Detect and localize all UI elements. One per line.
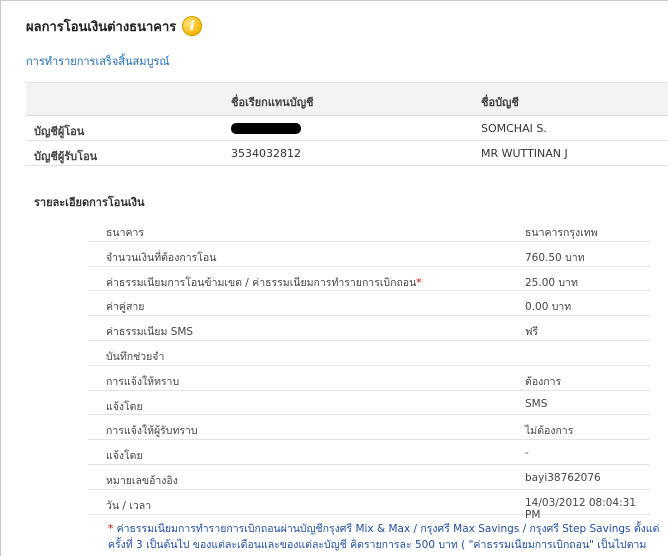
- fee-footnote: * ค่าธรรมเนียมการทำรายการเบิกถอนผ่านบัญช…: [108, 521, 663, 553]
- recipient-account-name: MR WUTTINAN J: [481, 147, 568, 160]
- detail-value: 25.00 บาท: [525, 276, 578, 289]
- page-title: ผลการโอนเงินต่างธนาคาร: [26, 19, 177, 35]
- detail-label: ค่าคู่สาย: [106, 301, 145, 314]
- sender-account-name: SOMCHAI S.: [481, 122, 547, 135]
- details-section-title: รายละเอียดการโอนเงิน: [34, 196, 145, 209]
- detail-label: ธนาคาร: [106, 227, 145, 239]
- detail-label: หมายเลขอ้างอิง: [106, 474, 178, 487]
- detail-value: SMS: [525, 397, 548, 410]
- detail-value: -: [525, 447, 529, 460]
- footnote-star: *: [108, 523, 114, 535]
- title-row: ผลการโอนเงินต่างธนาคาร i: [26, 15, 203, 37]
- accounts-table: ชื่อเรียกแทนบัญชี ชื่อบัญชี บัญชีผู้โอน …: [26, 82, 668, 166]
- info-icon: i: [182, 16, 203, 36]
- footnote-text: ค่าธรรมเนียมการทำรายการเบิกถอนผ่านบัญชีก…: [108, 523, 660, 551]
- detail-label: ค่าธรรมเนียมการโอนข้ามเขต / ค่าธรรมเนียม…: [106, 274, 422, 291]
- detail-label: จำนวนเงินที่ต้องการโอน: [106, 251, 217, 264]
- detail-value: ธนาคารกรุงเทพ: [525, 227, 598, 239]
- status-message: การทำรายการเสร็จสิ้นสมบูรณ์: [26, 55, 170, 68]
- detail-label: การแจ้งให้ผู้รับทราบ: [106, 425, 198, 438]
- detail-value: 0.00 บาท: [525, 301, 572, 314]
- result-panel: ผลการโอนเงินต่างธนาคาร i การทำรายการเสร็…: [0, 0, 668, 556]
- detail-value: 760.50 บาท: [525, 251, 585, 264]
- detail-value: bayi38762076: [525, 471, 601, 484]
- detail-value: ต้องการ: [525, 375, 562, 388]
- detail-row: การแจ้งให้ผู้รับทราบ ไม่ต้องการ: [88, 415, 650, 441]
- detail-label: วัน / เวลา: [106, 499, 152, 512]
- column-header-account-name: ชื่อบัญชี: [481, 96, 519, 109]
- detail-row: บันทึกช่วยจำ: [88, 341, 650, 366]
- footnote-marker: *: [416, 276, 422, 289]
- detail-row: หมายเลขอ้างอิง bayi38762076: [88, 465, 650, 490]
- detail-row: ธนาคาร ธนาคารกรุงเทพ: [88, 217, 650, 242]
- detail-row: ค่าคู่สาย 0.00 บาท: [88, 291, 650, 317]
- detail-row: วัน / เวลา 14/03/2012 08:04:31 PM: [88, 490, 650, 521]
- detail-label: บันทึกช่วยจำ: [106, 350, 165, 363]
- detail-value: 14/03/2012 08:04:31 PM: [525, 496, 637, 521]
- table-row-recipient: บัญชีผู้รับโอน 3534032812 MR WUTTINAN J: [26, 141, 668, 166]
- detail-label: แจ้งโดย: [106, 400, 143, 413]
- accounts-table-header: ชื่อเรียกแทนบัญชี ชื่อบัญชี: [26, 82, 668, 116]
- detail-row: แจ้งโดย -: [88, 440, 650, 465]
- redacted-nickname: [231, 123, 301, 134]
- detail-row: ค่าธรรมเนียมการโอนข้ามเขต / ค่าธรรมเนียม…: [88, 267, 650, 292]
- detail-value: ไม่ต้องการ: [525, 425, 574, 438]
- detail-row: การแจ้งให้ทราบ ต้องการ: [88, 366, 650, 391]
- detail-label: แจ้งโดย: [106, 450, 143, 463]
- table-row-sender: บัญชีผู้โอน SOMCHAI S.: [26, 116, 668, 141]
- details-table: ธนาคาร ธนาคารกรุงเทพ จำนวนเงินที่ต้องการโ…: [88, 217, 650, 521]
- detail-row: ค่าธรรมเนียม SMS ฟรี: [88, 316, 650, 341]
- detail-label: ค่าธรรมเนียม SMS: [106, 326, 194, 339]
- fee-label-text: ค่าธรรมเนียมการโอนข้ามเขต / ค่าธรรมเนียม…: [106, 276, 417, 289]
- detail-row: แจ้งโดย SMS: [88, 391, 650, 416]
- detail-row: จำนวนเงินที่ต้องการโอน 760.50 บาท: [88, 242, 650, 267]
- recipient-label: บัญชีผู้รับโอน: [34, 150, 98, 163]
- column-header-nickname: ชื่อเรียกแทนบัญชี: [231, 96, 314, 109]
- sender-label: บัญชีผู้โอน: [34, 125, 85, 138]
- detail-label: การแจ้งให้ทราบ: [106, 375, 180, 388]
- detail-value: ฟรี: [525, 326, 539, 339]
- recipient-nickname: 3534032812: [231, 147, 301, 160]
